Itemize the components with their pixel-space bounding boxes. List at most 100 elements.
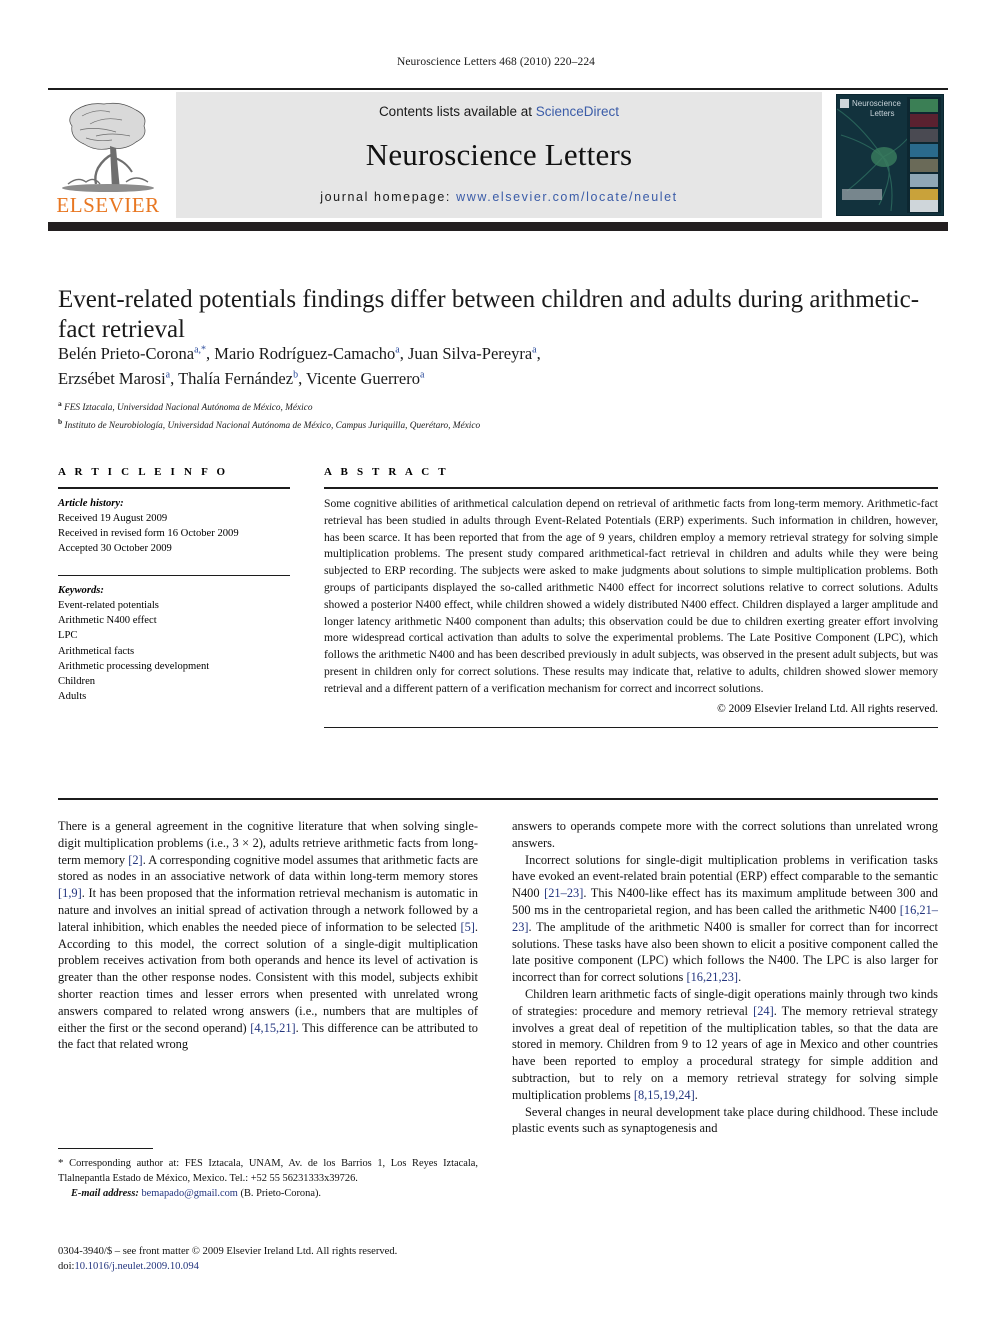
body-column-left: There is a general agreement in the cogn… bbox=[58, 818, 478, 1053]
doi-link[interactable]: 10.1016/j.neulet.2009.10.094 bbox=[74, 1261, 198, 1272]
citation-reference[interactable]: [5] bbox=[460, 920, 474, 934]
keywords-block: Keywords: Event-related potentials Arith… bbox=[58, 583, 290, 704]
body-paragraph: Children learn arithmetic facts of singl… bbox=[512, 986, 938, 1104]
svg-text:Neuroscience: Neuroscience bbox=[852, 99, 901, 108]
elsevier-logo: ELSEVIER bbox=[48, 92, 168, 218]
elsevier-wordmark: ELSEVIER bbox=[56, 193, 160, 217]
cover-image: Neuroscience Letters bbox=[836, 94, 944, 216]
affiliation-b-text: Instituto de Neurobiología, Universidad … bbox=[64, 420, 481, 431]
issn-line: 0304-3940/$ – see front matter © 2009 El… bbox=[58, 1246, 398, 1257]
paragraph-text: . According to this model, the correct s… bbox=[58, 919, 478, 1035]
keywords-rule bbox=[58, 574, 290, 576]
corresponding-star: * bbox=[58, 1157, 64, 1169]
elsevier-tree-icon bbox=[62, 102, 154, 192]
email-note: E-mail address: bemapado@gmail.com (B. P… bbox=[58, 1187, 478, 1202]
keyword-3: Arithmetical facts bbox=[58, 645, 135, 657]
contents-available-line: Contents lists available at ScienceDirec… bbox=[379, 104, 619, 119]
author-list: Belén Prieto-Coronaa,*, Mario Rodríguez-… bbox=[58, 344, 541, 388]
article-info-column: A R T I C L E I N F O Article history: R… bbox=[58, 466, 290, 704]
citation-reference[interactable]: [16,21,23] bbox=[686, 970, 738, 984]
paragraph-text: Several changes in neural development ta… bbox=[512, 1104, 938, 1136]
abstract-heading: A B S T R A C T bbox=[324, 466, 449, 478]
abstract-text: Some cognitive abilities of arithmetical… bbox=[324, 497, 938, 695]
issn-block: 0304-3940/$ – see front matter © 2009 El… bbox=[58, 1244, 488, 1275]
keywords-label: Keywords: bbox=[58, 584, 104, 596]
email-owner: (B. Prieto-Corona). bbox=[240, 1187, 321, 1199]
article-info-heading: A R T I C L E I N F O bbox=[58, 466, 229, 478]
body-paragraph: There is a general agreement in the cogn… bbox=[58, 818, 478, 1053]
abstract-copyright: © 2009 Elsevier Ireland Ltd. All rights … bbox=[717, 702, 938, 715]
paragraph-text: . bbox=[694, 1087, 698, 1102]
body-paragraph: Incorrect solutions for single-digit mul… bbox=[512, 852, 938, 986]
keyword-4: Arithmetic processing development bbox=[58, 660, 210, 672]
page-title: Event-related potentials findings differ… bbox=[58, 285, 920, 344]
homepage-url-link[interactable]: www.elsevier.com/locate/neulet bbox=[456, 190, 678, 204]
footnote-rule bbox=[58, 1148, 153, 1150]
paragraph-text: . bbox=[738, 970, 742, 985]
corresponding-author-text: Corresponding author at: FES Iztacala, U… bbox=[58, 1158, 478, 1184]
affil-a-mark: a bbox=[58, 399, 62, 408]
paper-page: Neuroscience Letters 468 (2010) 220–224 bbox=[0, 0, 992, 1323]
citation-reference[interactable]: [24] bbox=[753, 1004, 774, 1018]
affiliation-b: b Instituto de Neurobiología, Universida… bbox=[58, 416, 938, 434]
author-6: , Vicente Guerrero bbox=[298, 368, 420, 388]
journal-homepage-line: journal homepage: www.elsevier.com/locat… bbox=[320, 190, 678, 204]
article-history-label: Article history: bbox=[58, 498, 124, 509]
article-history-block: Article history: Received 19 August 2009… bbox=[58, 496, 290, 557]
keyword-0: Event-related potentials bbox=[58, 600, 159, 612]
affiliation-a-text: FES Iztacala, Universidad Nacional Autón… bbox=[64, 403, 313, 414]
doi-line: doi:10.1016/j.neulet.2009.10.094 bbox=[58, 1259, 488, 1274]
email-label: E-mail address: bbox=[71, 1187, 139, 1199]
paragraph-text: . The memory retrieval strategy involves… bbox=[512, 1003, 938, 1102]
journal-title: Neuroscience Letters bbox=[365, 136, 633, 172]
abstract-column: A B S T R A C T Some cognitive abilities… bbox=[324, 466, 938, 728]
citation-reference[interactable]: [21–23] bbox=[544, 886, 583, 900]
journal-banner: Contents lists available at ScienceDirec… bbox=[176, 92, 822, 218]
abstract-rule bbox=[324, 487, 938, 489]
author-4: Erzsébet Marosi bbox=[58, 368, 166, 388]
abstract-bottom-rule bbox=[324, 726, 938, 728]
footnote-block: * Corresponding author at: FES Iztacala,… bbox=[58, 1156, 478, 1201]
corresponding-author-note: * Corresponding author at: FES Iztacala,… bbox=[58, 1156, 478, 1187]
citation-reference[interactable]: [4,15,21] bbox=[250, 1021, 295, 1035]
affil-b-mark: b bbox=[58, 416, 63, 426]
journal-cover-thumbnail: Neuroscience Letters bbox=[832, 92, 948, 218]
keyword-6: Adults bbox=[58, 690, 87, 702]
author-1: Belén Prieto-Corona bbox=[58, 344, 195, 363]
doi-label: doi: bbox=[58, 1261, 75, 1273]
keyword-2: LPC bbox=[58, 630, 78, 642]
history-item-2: Accepted 30 October 2009 bbox=[58, 543, 172, 555]
citation-reference[interactable]: [8,15,19,24] bbox=[634, 1088, 695, 1102]
contents-prefix: Contents lists available at bbox=[378, 104, 536, 119]
paragraph-text: . It has been proposed that the informat… bbox=[58, 886, 478, 934]
author-3: , Juan Silva-Pereyra bbox=[399, 344, 533, 363]
email-link[interactable]: bemapado@gmail.com bbox=[141, 1188, 237, 1199]
author-2: , Mario Rodríguez-Camacho bbox=[206, 344, 396, 363]
history-item-1: Received in revised form 16 October 2009 bbox=[58, 528, 239, 540]
affiliation-a: a FES Iztacala, Universidad Nacional Aut… bbox=[58, 398, 938, 416]
history-item-0: Received 19 August 2009 bbox=[58, 513, 168, 525]
svg-text:Letters: Letters bbox=[870, 109, 894, 118]
keyword-5: Children bbox=[58, 675, 96, 687]
body-separator-rule bbox=[58, 798, 938, 800]
homepage-prefix: journal homepage: bbox=[320, 190, 457, 204]
header-bottom-bar bbox=[48, 222, 948, 231]
cover-artwork-icon: Neuroscience Letters bbox=[837, 95, 943, 215]
body-paragraph: Several changes in neural development ta… bbox=[512, 1104, 938, 1138]
author-5: , Thalía Fernández bbox=[170, 368, 294, 388]
sciencedirect-link[interactable]: ScienceDirect bbox=[536, 104, 619, 119]
citation-reference[interactable]: [1,9] bbox=[58, 886, 82, 900]
body-paragraph: answers to operands compete more with th… bbox=[512, 818, 938, 852]
body-column-right: answers to operands compete more with th… bbox=[512, 818, 938, 1137]
citation-reference[interactable]: [2] bbox=[128, 853, 142, 867]
author-6-affil-mark: a bbox=[420, 369, 425, 381]
author-1-affil-mark: a,* bbox=[194, 344, 207, 356]
keyword-1: Arithmetic N400 effect bbox=[58, 615, 157, 627]
header-top-rule bbox=[48, 88, 948, 90]
paragraph-text: answers to operands compete more with th… bbox=[512, 819, 938, 850]
author-3-affil-mark: a bbox=[532, 344, 537, 356]
affiliations: a FES Iztacala, Universidad Nacional Aut… bbox=[58, 398, 938, 433]
running-head: Neuroscience Letters 468 (2010) 220–224 bbox=[396, 56, 596, 68]
journal-header: ELSEVIER Contents lists available at Sci… bbox=[48, 88, 948, 231]
article-info-rule bbox=[58, 487, 290, 489]
